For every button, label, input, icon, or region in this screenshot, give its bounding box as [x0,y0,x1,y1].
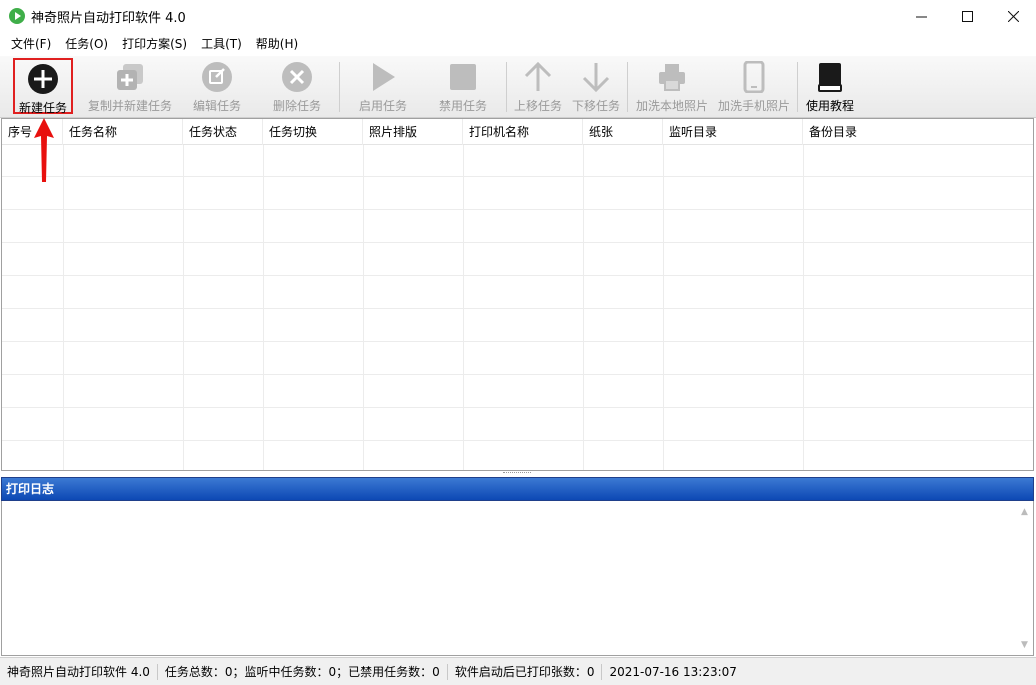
menu-help[interactable]: 帮助(H) [249,32,305,56]
disable-task-button[interactable]: 禁用任务 [432,58,494,114]
menu-tools[interactable]: 工具(T) [194,32,249,56]
annotation-arrow-icon [34,118,54,182]
add-local-photo-button[interactable]: 加洗本地照片 [634,58,710,114]
move-down-button[interactable]: 下移任务 [570,58,622,114]
copy-add-icon [113,61,147,93]
print-log-header: 打印日志 [1,477,1034,501]
toolbar-separator [797,62,798,112]
close-icon [1007,10,1019,22]
edit-task-button[interactable]: 编辑任务 [186,58,248,114]
column-header-task-name[interactable]: 任务名称 [63,119,183,145]
new-task-label: 新建任务 [18,101,67,115]
grid-line [2,341,1033,342]
grid-line [2,374,1033,375]
new-task-button[interactable]: 新建任务 [13,58,73,115]
play-icon [366,61,400,93]
toolbar-separator [339,62,340,112]
stop-icon [446,61,480,93]
menu-file[interactable]: 文件(F) [4,32,58,56]
move-up-button[interactable]: 上移任务 [512,58,564,114]
window-title: 神奇照片自动打印软件 4.0 [31,10,186,26]
add-local-photo-label: 加洗本地照片 [635,99,708,113]
tutorial-button[interactable]: 使用教程 [802,58,858,114]
add-circle-icon [26,63,60,95]
add-phone-photo-label: 加洗手机照片 [717,99,790,113]
add-phone-photo-button[interactable]: 加洗手机照片 [716,58,792,114]
status-printed-count: 软件启动后已打印张数：0 [448,663,603,680]
print-log-area[interactable]: ▲ ▼ [1,501,1034,656]
close-button[interactable] [990,0,1036,32]
menu-task[interactable]: 任务(O) [58,32,115,56]
printer-icon [655,61,689,93]
column-header-paper[interactable]: 纸张 [583,119,663,145]
window-controls [898,0,1036,32]
task-table[interactable]: 序号 任务名称 任务状态 任务切换 照片排版 打印机名称 纸张 监听目录 备份目… [1,118,1034,471]
column-header-backup-dir[interactable]: 备份目录 [803,119,1033,145]
tutorial-label: 使用教程 [805,99,854,113]
grid-line [2,308,1033,309]
splitter-grip[interactable] [503,472,531,476]
toolbar: 新建任务 复制并新建任务 编辑任务 删除任务 启用任务 禁用任务 上移任务 下移… [0,56,1036,118]
status-app-name: 神奇照片自动打印软件 4.0 [0,663,158,680]
status-datetime: 2021-07-16 13:23:07 [609,664,737,679]
edit-task-label: 编辑任务 [192,99,241,113]
move-up-label: 上移任务 [513,99,562,113]
grid-line [2,209,1033,210]
status-bar: 神奇照片自动打印软件 4.0 任务总数：0；监听中任务数：0；已禁用任务数：0 … [0,657,1036,685]
move-down-label: 下移任务 [571,99,620,113]
book-icon [813,61,847,93]
scroll-down-icon[interactable]: ▼ [1016,636,1033,653]
copy-new-task-label: 复制并新建任务 [87,99,172,113]
column-header-photo-layout[interactable]: 照片排版 [363,119,463,145]
column-header-watch-dir[interactable]: 监听目录 [663,119,803,145]
toolbar-separator [506,62,507,112]
column-header-task-switch[interactable]: 任务切换 [263,119,363,145]
menu-print-plan[interactable]: 打印方案(S) [115,32,194,56]
phone-icon [737,61,771,93]
delete-task-label: 删除任务 [272,99,321,113]
edit-icon [200,61,234,93]
arrow-up-icon [521,61,555,93]
log-scrollbar[interactable]: ▲ ▼ [1016,501,1033,655]
copy-new-task-button[interactable]: 复制并新建任务 [86,58,174,114]
disable-task-label: 禁用任务 [438,99,487,113]
scroll-up-icon[interactable]: ▲ [1016,503,1033,520]
delete-task-button[interactable]: 删除任务 [266,58,328,114]
grid-line [2,242,1033,243]
maximize-button[interactable] [944,0,990,32]
minimize-icon [915,16,927,17]
menu-bar: 文件(F) 任务(O) 打印方案(S) 工具(T) 帮助(H) [0,32,1036,56]
column-header-printer-name[interactable]: 打印机名称 [463,119,583,145]
toolbar-separator [627,62,628,112]
grid-line [2,176,1033,177]
minimize-button[interactable] [898,0,944,32]
grid-line [2,407,1033,408]
grid-line [2,440,1033,441]
arrow-down-icon [579,61,613,93]
grid-line [2,275,1033,276]
app-logo-icon [9,8,25,24]
delete-icon [280,61,314,93]
status-task-counts: 任务总数：0；监听中任务数：0；已禁用任务数：0 [158,663,448,680]
table-header: 序号 任务名称 任务状态 任务切换 照片排版 打印机名称 纸张 监听目录 备份目… [2,119,1033,145]
maximize-icon [961,10,973,22]
enable-task-label: 启用任务 [358,99,407,113]
title-bar: 神奇照片自动打印软件 4.0 [0,0,1036,32]
enable-task-button[interactable]: 启用任务 [352,58,414,114]
column-header-task-status[interactable]: 任务状态 [183,119,263,145]
